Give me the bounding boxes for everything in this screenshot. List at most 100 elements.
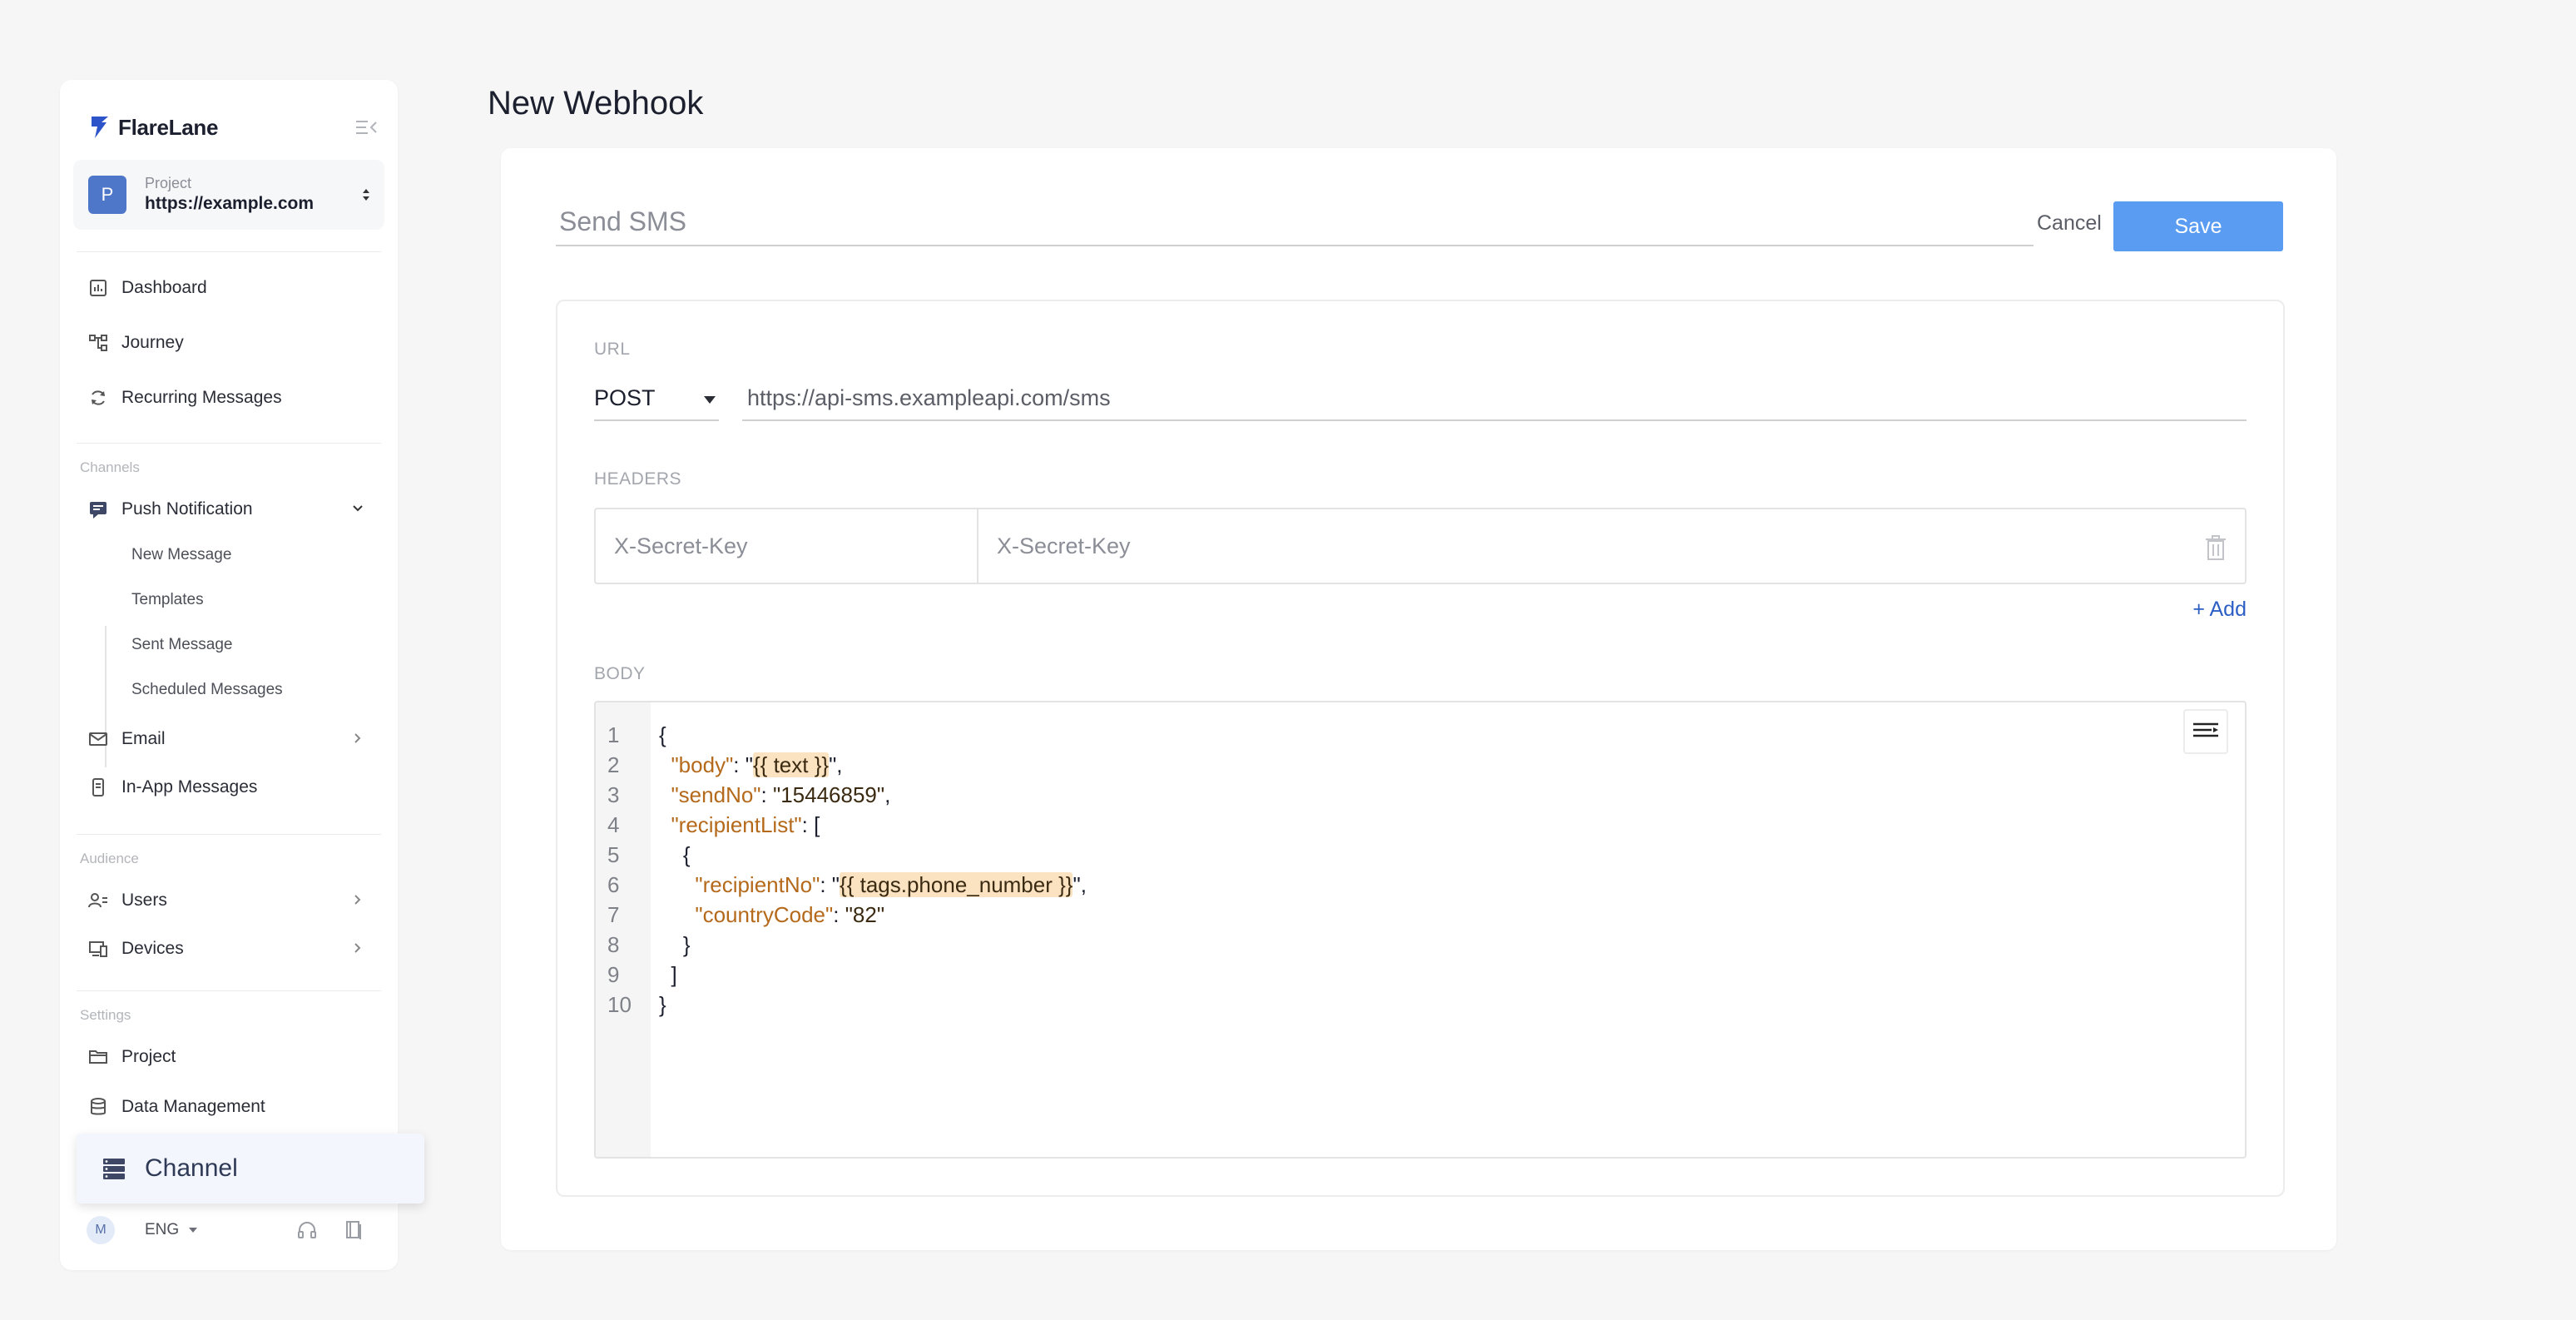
nav-data-management-label: Data Management — [121, 1097, 265, 1116]
docs-icon[interactable] — [343, 1219, 364, 1241]
nav-data-management[interactable]: Data Management — [88, 1089, 378, 1125]
nav-dashboard-label: Dashboard — [121, 278, 207, 297]
channel-tooltip: Channel — [77, 1134, 424, 1203]
trash-icon[interactable] — [2205, 534, 2227, 561]
add-header-link[interactable]: + Add — [2192, 598, 2247, 622]
nav-push-notification[interactable]: Push Notification — [88, 491, 378, 528]
nav-push-label: Push Notification — [121, 499, 253, 519]
header-key-input[interactable]: X-Secret-Key — [596, 509, 978, 583]
json-string: "15446859" — [772, 782, 885, 807]
http-method-value: POST — [594, 385, 656, 410]
project-url: https://example.com — [145, 194, 315, 213]
body-code-editor[interactable]: 1 2 3 4 5 6 7 8 9 10 { "body": "{{ text … — [594, 701, 2247, 1159]
divider — [77, 443, 381, 444]
chevron-down-icon — [353, 505, 363, 512]
save-button[interactable]: Save — [2113, 201, 2283, 251]
line-number-gutter: 1 2 3 4 5 6 7 8 9 10 — [596, 702, 651, 1157]
divider — [77, 251, 381, 252]
refresh-icon — [92, 390, 105, 405]
json-key: "recipientList" — [671, 812, 802, 837]
project-avatar: P — [88, 176, 126, 214]
sidebar: FlareLane P Project https://example.com … — [60, 80, 398, 1270]
caret-down-icon — [704, 396, 716, 404]
nav-devices[interactable]: Devices — [88, 930, 378, 967]
nav-sent-message[interactable]: Sent Message — [131, 636, 232, 654]
user-avatar[interactable]: M — [87, 1216, 115, 1244]
brand-row: FlareLane — [90, 107, 378, 148]
nav-users-label: Users — [121, 891, 167, 910]
project-caption: Project — [145, 175, 192, 191]
nav-inapp-label: In-App Messages — [121, 777, 258, 796]
users-icon — [88, 893, 107, 908]
divider — [77, 834, 381, 835]
nav-scheduled-messages[interactable]: Scheduled Messages — [131, 681, 283, 699]
devices-icon — [89, 941, 107, 957]
mail-icon — [89, 732, 107, 746]
code-line: "countryCode": "82" — [695, 902, 885, 927]
code-line: "recipientNo": "{{ tags.phone_number }}"… — [695, 872, 1087, 897]
url-input[interactable]: https://api-sms.exampleapi.com/sms — [742, 376, 2247, 421]
flarelane-logo-icon — [92, 117, 108, 138]
code-line: "body": "{{ text }}", — [671, 752, 843, 777]
json-string: "82" — [845, 902, 885, 927]
code-line: } — [659, 932, 691, 957]
line-number: 8 — [607, 932, 620, 957]
folder-icon — [89, 1050, 107, 1064]
nav-project[interactable]: Project — [88, 1039, 378, 1075]
webhook-config-panel: URL POST https://api-sms.exampleapi.com/… — [556, 300, 2285, 1197]
line-number: 2 — [607, 752, 620, 777]
header-value-input[interactable]: X-Secret-Key — [978, 509, 2245, 583]
section-audience: Audience — [80, 851, 139, 866]
nav-journey[interactable]: Journey — [88, 325, 378, 361]
nav-users[interactable]: Users — [88, 882, 378, 919]
nav-recurring-messages[interactable]: Recurring Messages — [88, 380, 378, 416]
format-json-button[interactable] — [2183, 709, 2228, 754]
nav-new-message[interactable]: New Message — [131, 546, 231, 564]
channel-tooltip-label: Channel — [145, 1154, 238, 1182]
json-key: "body" — [671, 752, 734, 777]
database-icon — [91, 1098, 106, 1115]
code-line: "recipientList": [ — [671, 812, 820, 837]
code-line: ] — [659, 962, 677, 987]
webhook-card: Cancel Save URL POST https://api-sms.exa… — [501, 148, 2336, 1250]
json-key: "countryCode" — [695, 902, 834, 927]
header-key-value: X-Secret-Key — [614, 533, 748, 558]
http-method-select[interactable]: POST — [594, 376, 719, 421]
updown-chevron-icon — [363, 189, 369, 201]
body-label: BODY — [594, 664, 646, 683]
line-number: 10 — [607, 992, 632, 1017]
line-number: 5 — [607, 842, 620, 867]
sidebar-footer: M ENG — [87, 1213, 369, 1247]
code-line: "sendNo": "15446859", — [671, 782, 891, 807]
chevron-right-icon — [354, 943, 361, 953]
url-label: URL — [594, 340, 631, 359]
server-icon — [103, 1159, 125, 1179]
page-title: New Webhook — [488, 85, 704, 122]
section-settings: Settings — [80, 1007, 131, 1023]
caret-down-icon — [189, 1228, 198, 1233]
project-selector[interactable]: P Project https://example.com — [73, 160, 384, 230]
json-key: "recipientNo" — [695, 872, 820, 897]
nav-in-app-messages[interactable]: In-App Messages — [88, 769, 378, 806]
nav-email[interactable]: Email — [88, 721, 378, 757]
headers-label: HEADERS — [594, 469, 682, 489]
code-line: { — [659, 722, 666, 747]
collapse-sidebar-icon[interactable] — [354, 118, 378, 136]
nav-journey-label: Journey — [121, 333, 184, 352]
url-value: https://api-sms.exampleapi.com/sms — [747, 385, 1111, 410]
cancel-button[interactable]: Cancel — [2037, 211, 2102, 236]
line-number: 9 — [607, 962, 620, 987]
header-row: X-Secret-Key X-Secret-Key — [594, 508, 2247, 584]
webhook-name-input[interactable] — [556, 198, 2034, 246]
nav-templates[interactable]: Templates — [131, 591, 204, 609]
line-number: 1 — [607, 722, 620, 747]
line-number: 4 — [607, 812, 620, 837]
json-key: "sendNo" — [671, 782, 761, 807]
template-variable: {{ text }} — [752, 752, 830, 777]
language-selector[interactable]: ENG — [145, 1221, 198, 1239]
headset-icon[interactable] — [296, 1219, 318, 1241]
code-line: } — [659, 992, 666, 1017]
nav-dashboard[interactable]: Dashboard — [88, 270, 378, 306]
divider — [77, 990, 381, 991]
format-align-icon — [2193, 722, 2218, 737]
